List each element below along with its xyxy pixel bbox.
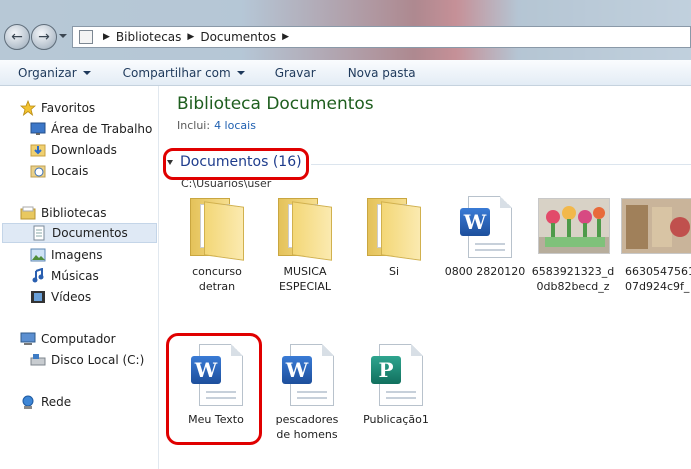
file-name: Publicação1	[363, 413, 429, 426]
nav-computador[interactable]: Computador	[20, 329, 116, 349]
photo-thumbnail	[538, 198, 610, 254]
file-name: 6630547561	[625, 265, 691, 278]
includes-label: Inclui:	[177, 119, 211, 132]
desktop-icon	[30, 121, 46, 137]
nav-rede-label: Rede	[41, 395, 72, 409]
nav-musicas-label: Músicas	[51, 269, 99, 283]
nav-videos[interactable]: Vídeos	[30, 287, 91, 307]
file-name-line2: detran	[198, 280, 236, 293]
file-name-line2: de homens	[276, 428, 338, 441]
file-name: 6583921323_d	[531, 265, 615, 278]
nav-downloads[interactable]: Downloads	[30, 140, 117, 160]
new-folder-button[interactable]: Nova pasta	[339, 66, 425, 80]
command-bar: Organizar Compartilhar com Gravar Nova p…	[0, 60, 691, 86]
file-name-line2: ESPECIAL	[278, 280, 332, 293]
chevron-right-icon[interactable]: ▶	[103, 32, 110, 42]
file-name: pescadores	[275, 413, 339, 426]
nav-musicas[interactable]: Músicas	[30, 266, 99, 286]
nav-downloads-label: Downloads	[51, 143, 117, 157]
forward-button[interactable]: →	[31, 24, 57, 50]
videos-library-icon	[30, 289, 46, 305]
chevron-down-icon	[82, 70, 91, 75]
file-item-musica-especial[interactable]: MUSICA ESPECIAL	[263, 194, 347, 294]
chevron-right-icon[interactable]: ▶	[282, 32, 289, 42]
nav-locais[interactable]: Locais	[30, 161, 88, 181]
folder-icon	[190, 198, 244, 261]
libraries-icon	[20, 205, 36, 221]
nav-documentos[interactable]: Documentos	[2, 223, 157, 243]
file-item-6583921323[interactable]: 6583921323_d 0db82becd_z	[531, 194, 615, 294]
group-divider	[311, 164, 691, 165]
word-logo-icon: W	[460, 208, 490, 236]
share-with-menu-button[interactable]: Compartilhar com	[114, 66, 254, 80]
breadcrumb-bibliotecas[interactable]: Bibliotecas	[116, 30, 181, 44]
highlight-oval-group-title	[163, 148, 309, 180]
computer-icon	[20, 331, 36, 347]
photo-thumbnail	[621, 198, 691, 254]
back-arrow-icon: ←	[11, 29, 23, 45]
file-name-line2: 0db82becd_z	[536, 280, 610, 293]
file-name-line2: 07d924c9f_	[625, 280, 690, 293]
recent-pages-dropdown[interactable]	[59, 34, 67, 38]
file-item-6630547561[interactable]: 6630547561 07d924c9f_	[621, 194, 691, 294]
file-name: Si	[388, 265, 400, 278]
file-item-0800-2820120[interactable]: W 0800 2820120	[443, 194, 527, 279]
nav-computador-label: Computador	[41, 332, 116, 346]
library-title: Biblioteca Documentos	[177, 94, 374, 114]
file-item-pescadores-de-homens[interactable]: W pescadores de homens	[265, 342, 349, 442]
file-item-publicacao1[interactable]: P Publicação1	[354, 342, 438, 427]
pictures-library-icon	[30, 247, 46, 263]
burn-label: Gravar	[274, 65, 316, 80]
nav-imagens-label: Imagens	[51, 248, 103, 262]
chevron-down-icon	[236, 70, 245, 75]
network-icon	[20, 394, 36, 410]
nav-bibliotecas-label: Bibliotecas	[41, 206, 107, 220]
nav-documentos-label: Documentos	[52, 226, 128, 240]
chevron-right-icon[interactable]: ▶	[187, 32, 194, 42]
recent-places-icon	[30, 163, 46, 179]
library-icon	[79, 30, 93, 44]
organize-label: Organizar	[18, 65, 77, 80]
star-icon	[19, 99, 37, 117]
address-bar[interactable]: ▶ Bibliotecas ▶ Documentos ▶	[72, 26, 691, 48]
downloads-folder-icon	[30, 142, 46, 158]
nav-rede[interactable]: Rede	[20, 392, 71, 412]
file-item-concurso-detran[interactable]: concurso detran	[175, 194, 259, 294]
music-library-icon	[30, 267, 46, 284]
navigation-pane: Favoritos Área de Trabalho Downloads Loc…	[0, 86, 159, 469]
nav-disco-local-label: Disco Local (C:)	[51, 353, 145, 367]
nav-favoritos[interactable]: Favoritos	[19, 98, 96, 118]
file-item-si[interactable]: Si	[352, 194, 436, 279]
nav-area-de-trabalho[interactable]: Área de Trabalho	[30, 119, 152, 139]
organize-menu-button[interactable]: Organizar	[0, 66, 100, 80]
nav-videos-label: Vídeos	[51, 290, 92, 304]
file-name: 0800 2820120	[444, 265, 526, 278]
nav-imagens[interactable]: Imagens	[30, 245, 102, 265]
nav-bibliotecas[interactable]: Bibliotecas	[20, 203, 106, 223]
nav-area-de-trabalho-label: Área de Trabalho	[51, 122, 153, 136]
local-disk-icon	[30, 352, 46, 368]
new-folder-label: Nova pasta	[347, 65, 416, 80]
includes-locations-link[interactable]: 4 locais	[214, 119, 256, 132]
folder-icon	[367, 198, 421, 261]
file-name: concurso	[192, 265, 242, 278]
file-name: MUSICA	[283, 265, 327, 278]
highlight-oval-meu-texto	[166, 333, 262, 445]
burn-button[interactable]: Gravar	[266, 66, 325, 80]
folder-icon	[278, 198, 332, 261]
publisher-logo-icon: P	[371, 356, 401, 384]
word-logo-icon: W	[282, 356, 312, 384]
breadcrumb-documentos[interactable]: Documentos	[200, 30, 276, 44]
share-with-label: Compartilhar com	[122, 65, 231, 80]
back-button[interactable]: ←	[4, 24, 30, 50]
nav-locais-label: Locais	[51, 164, 89, 178]
nav-disco-local[interactable]: Disco Local (C:)	[30, 350, 144, 370]
window-title-bar: ← → ▶ Bibliotecas ▶ Documentos ▶	[0, 0, 691, 60]
forward-arrow-icon: →	[38, 29, 50, 45]
documents-library-icon	[31, 225, 47, 241]
library-includes: Inclui: 4 locais	[177, 119, 256, 132]
nav-favoritos-label: Favoritos	[41, 101, 96, 115]
